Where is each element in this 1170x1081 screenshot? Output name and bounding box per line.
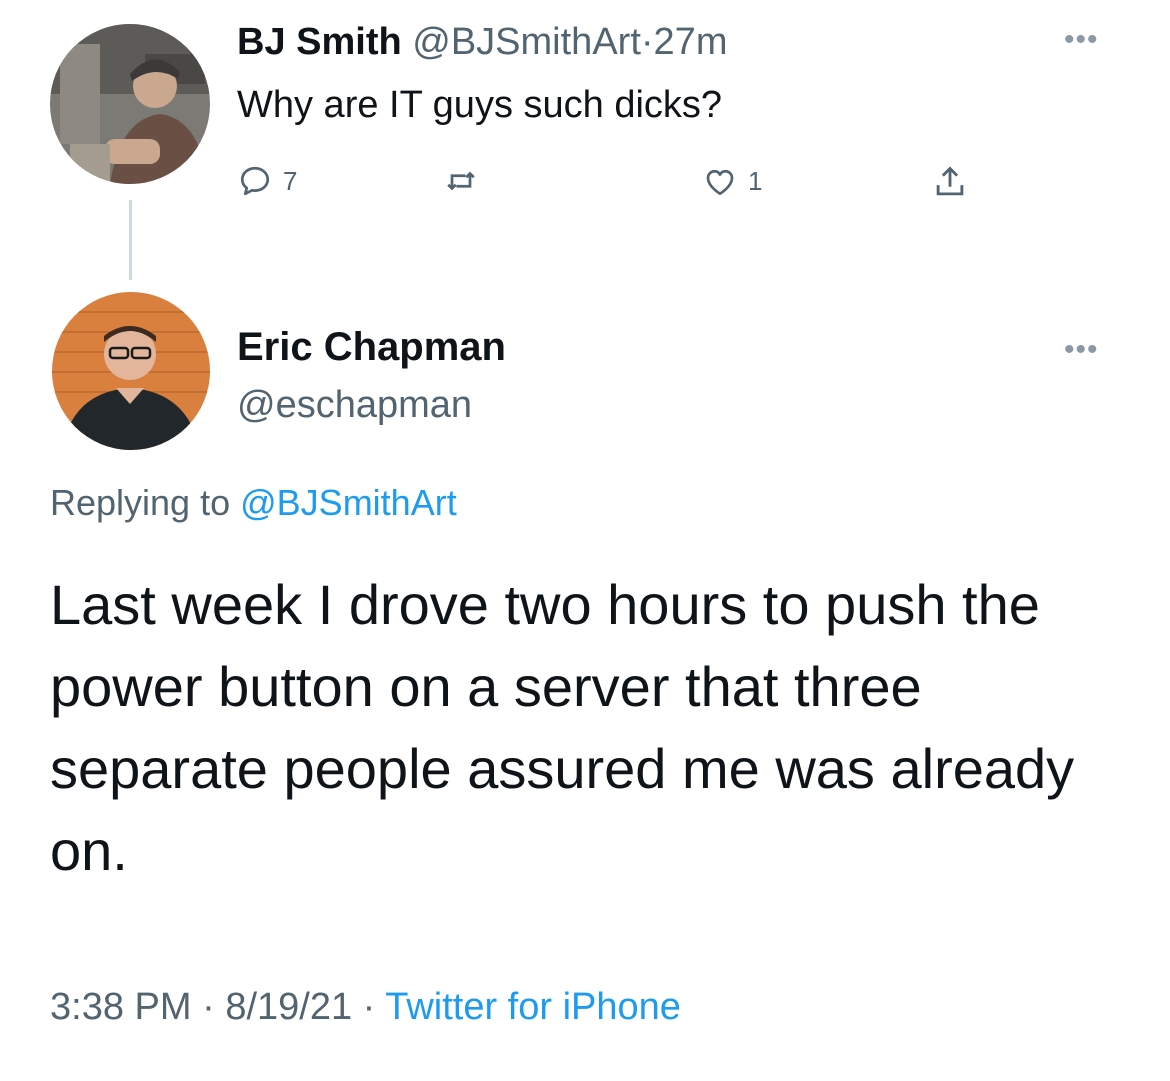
like-icon	[702, 163, 738, 199]
reply-author-avatar[interactable]	[52, 292, 210, 450]
header-separator: ·	[640, 21, 654, 63]
retweet-icon	[443, 163, 479, 199]
like-action[interactable]: 1	[702, 163, 762, 199]
avatar-photo-bj-smith	[50, 24, 210, 184]
reply-more-icon[interactable]: •••	[1064, 335, 1099, 365]
reply-author-name[interactable]: Eric Chapman	[237, 322, 506, 372]
replying-prefix: Replying to	[50, 482, 231, 523]
meta-separator-1: ·	[202, 986, 215, 1028]
share-icon	[931, 163, 969, 201]
reply-action[interactable]: 7	[237, 163, 297, 199]
tweet-date[interactable]: 8/19/21	[225, 986, 352, 1028]
retweet-action[interactable]	[443, 163, 479, 199]
replying-to-line: Replying to @BJSmithArt	[50, 478, 457, 528]
tweet-thread-screenshot: BJ Smith @BJSmithArt·27m ••• Why are IT …	[0, 0, 1170, 1081]
avatar-photo-eric-chapman	[52, 292, 210, 450]
thread-connector-line	[129, 200, 132, 280]
replying-to-handle-link[interactable]: @BJSmithArt	[240, 482, 457, 523]
reply-author-handle[interactable]: @eschapman	[237, 380, 472, 430]
share-action[interactable]	[931, 163, 969, 201]
parent-tweet-header: BJ Smith @BJSmithArt·27m	[237, 17, 727, 67]
parent-author-avatar[interactable]	[50, 24, 210, 184]
parent-more-icon[interactable]: •••	[1064, 25, 1099, 55]
parent-tweet-time[interactable]: 27m	[654, 21, 728, 63]
reply-count: 7	[283, 165, 298, 196]
like-count: 1	[748, 165, 763, 196]
parent-author-handle[interactable]: @BJSmithArt	[412, 21, 641, 63]
tweet-source-link[interactable]: Twitter for iPhone	[385, 986, 681, 1028]
reply-tweet-text: Last week I drove two hours to push the …	[50, 573, 1075, 882]
reply-icon	[237, 163, 273, 199]
parent-tweet-text: Why are IT guys such dicks?	[237, 84, 723, 126]
tweet-time[interactable]: 3:38 PM	[50, 986, 192, 1028]
tweet-metadata: 3:38 PM · 8/19/21 · Twitter for iPhone	[50, 982, 681, 1032]
parent-author-name[interactable]: BJ Smith	[237, 21, 402, 63]
meta-separator-2: ·	[362, 986, 376, 1028]
